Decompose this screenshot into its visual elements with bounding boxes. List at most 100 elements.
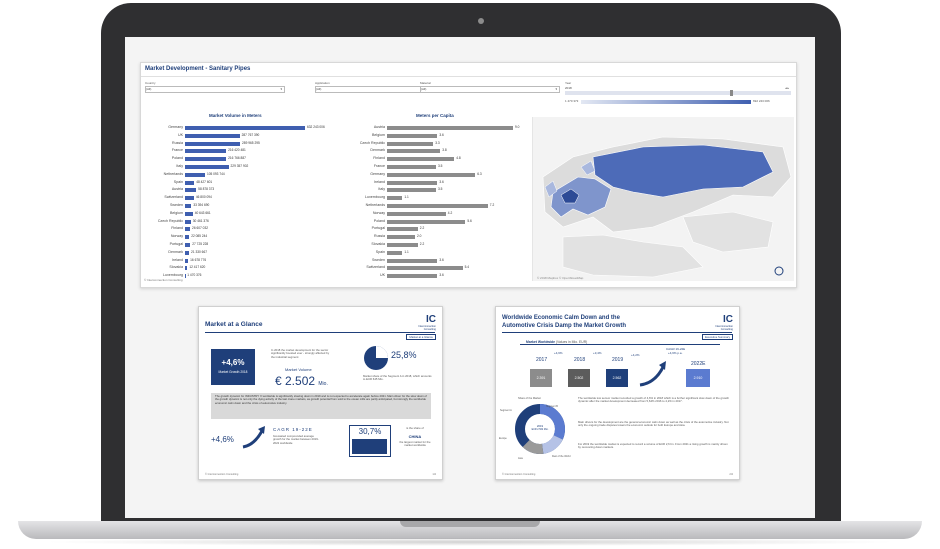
bar-category-label: Austria [373,125,385,129]
bar[interactable] [185,219,191,224]
slide-footer: © Interconnection Consulting [205,473,239,476]
bar[interactable] [387,243,418,247]
bar[interactable] [387,250,403,255]
chevron-down-icon: ▾ [555,87,557,91]
slide-title-line-2: Automotive Crisis Damp the Market Growth [502,323,627,329]
donut-center-value: EUR 2.562 Mio. [531,428,549,431]
value-text: 2.910 [693,376,703,380]
material-select[interactable]: (All) ▾ [420,86,560,93]
bar-value-label: 4.2 [447,210,453,215]
bar[interactable] [185,204,192,208]
divider [205,332,435,333]
slide-executive-summary: Worldwide Economic Calm Down and the Aut… [495,306,740,480]
bar[interactable] [185,188,197,193]
bar[interactable] [387,180,438,185]
year-label: 2018 [574,357,586,363]
bar[interactable] [185,235,190,240]
page-number: 1/4 [432,473,436,476]
donut-label: Rest of the World [552,455,571,458]
bar[interactable] [185,149,227,154]
value-box: 2.391 [530,369,552,387]
summary-box: The growth dynamic for INDUSTRY X worldw… [211,393,431,419]
page-number: 2/4 [729,473,733,476]
europe-map[interactable] [532,117,794,281]
bar-category-label: Norway [170,234,183,239]
bar[interactable] [185,258,189,263]
stepper-arrows-icon[interactable]: ◂ ▸ [785,86,789,90]
bar[interactable] [387,258,438,263]
bar[interactable] [185,211,193,216]
bar[interactable] [387,149,441,154]
dashboard-panel: Market Development - Sanitary Pipes Coun… [140,62,797,288]
slider-handle[interactable] [730,90,733,96]
bar-value-label: 1.1 [404,249,409,254]
divider [520,344,720,345]
bar[interactable] [185,243,191,247]
bar-value-label: 46 800 094 [195,195,212,200]
bar-value-label: 4.8 [456,156,461,161]
bar-value-label: 30 461 376 [192,218,209,223]
laptop-screen: Market Development - Sanitary Pipes Coun… [125,37,815,518]
map-copyright: © 2018 Mapbox © OpenStreetMap [537,276,584,280]
year-slider[interactable] [565,90,791,96]
bar-value-label: 40 643 661 [194,210,211,215]
bar[interactable] [387,126,513,130]
cagr-value: +4,6% p.a. [668,351,683,355]
cagr-text: forecasted compounded average growth for… [273,434,319,445]
bar[interactable] [387,188,436,193]
bar[interactable] [387,165,436,169]
filter-label: Country [145,81,156,85]
pie-value: 25,8% [391,350,417,360]
bar-value-label: 33 394 690 [193,203,210,207]
bar[interactable] [387,172,476,177]
bar-value-label: 27 725 228 [192,242,209,246]
bar[interactable] [387,219,466,224]
bar[interactable] [185,172,205,177]
bar-value-label: 2.0 [417,234,422,239]
slide-market-glance: Market at a Glance IC Interconnection Co… [198,306,443,480]
bar-category-label: Portugal [169,242,183,246]
bar[interactable] [387,274,438,279]
growth-value: +4,6% [221,358,245,367]
bar[interactable] [387,157,455,162]
bar[interactable] [185,266,188,271]
share-text-1: is the share of [406,426,424,430]
bar[interactable] [185,196,194,201]
share-fill [352,439,387,454]
bar-value-label: 6.3 [477,171,482,176]
value-box: 2.910 [686,369,710,387]
bar-category-label: Switzerland [164,195,183,200]
divider [502,332,732,333]
bar[interactable] [387,141,434,146]
bar[interactable] [387,235,415,240]
filter-value: 2018 [565,86,572,90]
bar[interactable] [185,180,195,185]
bar-category-label: Spain [375,249,385,254]
logo-subtext: Interconnection Consulting [418,325,436,331]
bar-category-label: Slovakia [169,265,183,270]
bar[interactable] [387,227,418,232]
bar-category-label: Poland [373,218,385,223]
bar[interactable] [387,133,438,138]
bar-category-label: Netherlands [163,171,183,176]
bar[interactable] [185,157,227,162]
bar[interactable] [185,141,241,146]
bar[interactable] [387,196,403,201]
bar[interactable] [387,204,488,208]
bar[interactable] [185,126,305,130]
filter-material: Material (All) ▾ [420,81,560,93]
laptop-notch [400,521,540,527]
country-select[interactable]: (All) ▾ [145,86,285,93]
bar[interactable] [185,250,190,255]
capita-chart-title: Meters per Capita [416,113,454,118]
bar-value-label: 5.6 [467,218,472,223]
growth-step: +4,2% [631,353,640,357]
bar[interactable] [387,266,463,271]
bar[interactable] [185,227,191,232]
bar[interactable] [185,165,229,169]
chevron-down-icon: ▾ [280,87,282,91]
bar[interactable] [387,211,446,216]
bar-value-label: 48 427 601 [196,179,213,184]
bar-category-label: Luxembourg [365,195,385,200]
bar[interactable] [185,133,240,138]
